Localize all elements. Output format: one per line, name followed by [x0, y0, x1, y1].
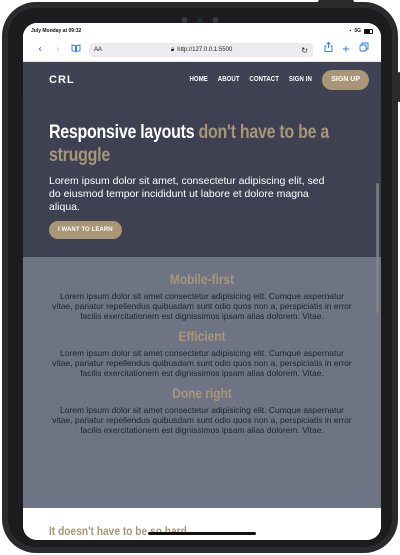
feature-title: Efficient	[178, 328, 226, 344]
network-label: 5G	[354, 28, 361, 34]
status-indicators: ▪ 5G	[350, 28, 373, 34]
feature-done-right: Done right Lorem ipsum dolor sit amet co…	[23, 385, 381, 435]
nav-sign-in[interactable]: SIGN IN	[289, 76, 312, 83]
learn-button[interactable]: I WANT TO LEARN	[49, 221, 122, 239]
url-display[interactable]: 🔒︎ http://127.0.0.1:5500	[102, 47, 301, 54]
scrollbar[interactable]	[376, 183, 379, 313]
feature-text: Lorem ipsum dolor sit amet consectetur a…	[52, 348, 352, 378]
hero-section: Responsive layouts don't have to be a st…	[23, 97, 381, 257]
top-button	[318, 0, 354, 3]
url-text: http://127.0.0.1:5500	[177, 47, 233, 53]
next-section: It doesn't have to be so hard	[23, 508, 381, 540]
nav-about[interactable]: ABOUT	[217, 76, 239, 83]
reload-icon[interactable]: ↻	[301, 46, 308, 55]
webpage: CRL HOME ABOUT CONTACT SIGN IN SIGN UP R…	[23, 62, 381, 540]
feature-mobile-first: Mobile-first Lorem ipsum dolor sit amet …	[23, 271, 381, 321]
home-indicator[interactable]	[148, 532, 256, 535]
back-icon[interactable]: ‹	[31, 41, 49, 59]
reader-aa-button[interactable]: AA	[94, 47, 102, 53]
new-tab-icon[interactable]: +	[337, 41, 355, 59]
feature-title: Mobile-first	[169, 271, 235, 287]
nav-home[interactable]: HOME	[190, 76, 208, 83]
hero-title-main: Responsive layouts	[49, 122, 199, 143]
hero-title: Responsive layouts don't have to be a st…	[49, 121, 347, 167]
forward-icon[interactable]: ›	[49, 41, 67, 59]
status-bar: July Monday at 09:32 ▪ 5G	[23, 23, 381, 39]
next-section-heading: It doesn't have to be so hard	[49, 524, 187, 538]
nav-contact[interactable]: CONTACT	[249, 76, 279, 83]
browser-toolbar: ‹ › AA 🔒︎ http://127.0.0.1:5500 ↻ +	[23, 39, 381, 62]
lock-icon: 🔒︎	[171, 46, 175, 53]
screen: July Monday at 09:32 ▪ 5G ‹ › AA 🔒︎ http…	[23, 23, 381, 540]
site-logo[interactable]: CRL	[49, 74, 75, 86]
sign-up-button[interactable]: SIGN UP	[322, 69, 369, 90]
feature-efficient: Efficient Lorem ipsum dolor sit amet con…	[23, 328, 381, 378]
site-navbar: CRL HOME ABOUT CONTACT SIGN IN SIGN UP	[23, 62, 381, 97]
bookmarks-icon[interactable]	[67, 41, 85, 59]
battery-icon	[364, 28, 373, 34]
feature-text: Lorem ipsum dolor sit amet consectetur a…	[52, 405, 352, 435]
status-time: July Monday at 09:32	[31, 28, 82, 34]
tabs-icon[interactable]	[355, 41, 373, 59]
feature-text: Lorem ipsum dolor sit amet consectetur a…	[52, 291, 352, 321]
hero-text: Lorem ipsum dolor sit amet, consectetur …	[49, 175, 325, 213]
address-bar[interactable]: AA 🔒︎ http://127.0.0.1:5500 ↻	[89, 43, 313, 57]
nav-links: HOME ABOUT CONTACT SIGN IN SIGN UP	[188, 69, 381, 90]
share-icon[interactable]	[319, 41, 337, 59]
signal-icon: ▪	[349, 28, 352, 34]
feature-title: Done right	[172, 385, 232, 401]
features-section: Mobile-first Lorem ipsum dolor sit amet …	[23, 257, 381, 508]
